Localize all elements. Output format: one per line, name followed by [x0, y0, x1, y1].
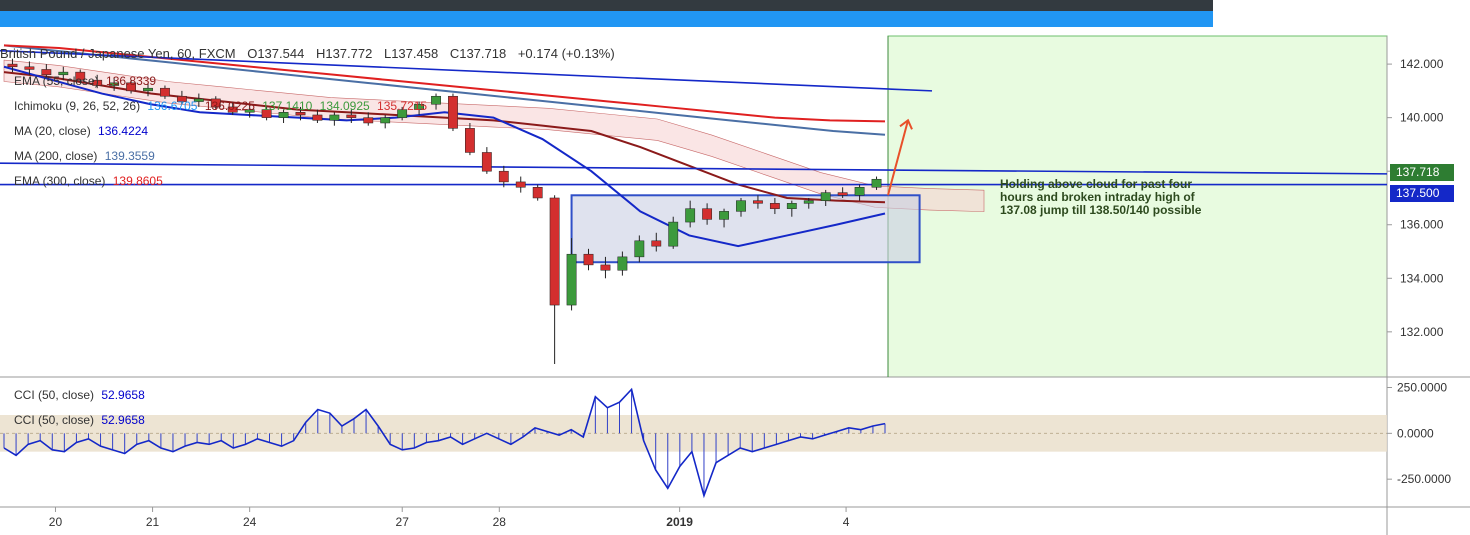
legend-ema300[interactable]: EMA (300, close) 139.8605 [0, 174, 167, 188]
candle-body [668, 221, 679, 247]
analysis-annotation: Holding above cloud for past four hours … [1000, 177, 1202, 217]
time-tick-label: 2019 [666, 515, 693, 529]
candle-body [448, 95, 458, 129]
candle-body [532, 187, 543, 199]
candle-body [634, 240, 645, 258]
candle-body [769, 203, 780, 209]
candle-body [820, 192, 831, 201]
candle-body [566, 253, 577, 306]
candle-body [803, 200, 814, 204]
change-value: +0.174 (+0.13%) [517, 46, 615, 61]
time-axis[interactable]: 20 21 24 27 28 2019 4 [49, 507, 850, 529]
legend-cci-a-value: 52.9658 [101, 388, 145, 402]
candle-body [346, 114, 357, 118]
candle-body [871, 178, 882, 188]
cci-axis[interactable]: 250.0000 0.0000 -250.0000 [1387, 381, 1451, 487]
legend-cci-b-label: CCI (50, close) [14, 413, 95, 427]
legend-ichimoku-value-1: 136.0225 [204, 99, 255, 113]
cci-tick-label: 250.0000 [1397, 381, 1447, 395]
candle-body [24, 66, 35, 70]
legend-ichimoku-value-3: 134.0925 [319, 99, 370, 113]
legend-ma200[interactable]: MA (200, close) 139.3559 [0, 149, 159, 163]
legend-cci-a-label: CCI (50, close) [14, 388, 95, 402]
candle-body [651, 240, 662, 247]
candle-body [498, 170, 509, 183]
price-tick-label: 132.000 [1400, 325, 1444, 339]
cci-tick-label: -250.0000 [1397, 472, 1451, 486]
legend-ma20[interactable]: MA (20, close) 136.4224 [0, 124, 152, 138]
candle-body [600, 264, 611, 271]
candle-body [278, 112, 289, 118]
legend-ichimoku-label: Ichimoku (9, 26, 52, 26) [14, 99, 141, 113]
price-tick-label: 136.000 [1400, 218, 1444, 232]
high-value: H137.772 [315, 46, 373, 61]
legend-ma200-label: MA (200, close) [14, 149, 98, 163]
candle-body [515, 181, 526, 188]
chart-canvas[interactable]: 142.000140.000138.000136.000134.000132.0… [0, 0, 1470, 535]
price-tick-label: 134.000 [1400, 271, 1444, 285]
legend-ichimoku-value-4: 135.7215 [377, 99, 428, 113]
legend-cci-b[interactable]: CCI (50, close) 52.9658 [0, 413, 149, 427]
candle-body [549, 197, 560, 306]
candle-body [312, 114, 323, 121]
time-tick-label: 24 [243, 515, 257, 529]
candle-body [160, 87, 170, 97]
open-value: O137.544 [247, 46, 305, 61]
price-tick-label: 142.000 [1400, 57, 1444, 71]
legend-ema55-value: 136.8339 [106, 74, 157, 88]
legend-ma20-value: 136.4224 [98, 124, 149, 138]
symbol-title: British Pound / Japanese Yen, 60, FXCM [0, 46, 236, 61]
candle-body [329, 114, 340, 121]
low-value: L137.458 [383, 46, 439, 61]
candle-body [837, 192, 848, 196]
last-price-tag: 137.718 [1390, 164, 1454, 181]
candle-body [583, 253, 594, 266]
time-tick-label: 21 [146, 515, 160, 529]
cci-tick-label: 0.0000 [1397, 426, 1434, 440]
legend-ema55[interactable]: EMA (55, close) 136.8339 [0, 74, 160, 88]
candle-body [753, 200, 763, 204]
legend-ma20-label: MA (20, close) [14, 124, 91, 138]
candle-body [854, 187, 865, 196]
legend-ema300-value: 139.8605 [112, 174, 163, 188]
legend-ma200-value: 139.3559 [104, 149, 155, 163]
candle-body [431, 95, 441, 105]
ohlc-header: British Pound / Japanese Yen, 60, FXCM O… [0, 46, 623, 61]
candle-body [143, 87, 153, 92]
candle-body [363, 117, 374, 124]
close-value: C137.718 [449, 46, 507, 61]
time-tick-label: 28 [493, 515, 507, 529]
candle-body [617, 256, 628, 271]
legend-ema55-label: EMA (55, close) [14, 74, 99, 88]
candle-body [685, 208, 696, 223]
legend-cci-b-value: 52.9658 [101, 413, 145, 427]
time-tick-label: 4 [843, 515, 850, 529]
legend-ichimoku-value-2: 137.1410 [262, 99, 313, 113]
candle-body [736, 200, 746, 212]
candle-body [481, 152, 492, 172]
candle-body [719, 211, 729, 220]
level-price-tag: 137.500 [1390, 185, 1454, 202]
candle-body [702, 208, 713, 220]
time-tick-label: 20 [49, 515, 63, 529]
legend-ichimoku-value-0: 136.6705 [147, 99, 198, 113]
candle-body [465, 128, 475, 153]
price-tick-label: 140.000 [1400, 111, 1444, 125]
legend-cci-a[interactable]: CCI (50, close) 52.9658 [0, 388, 149, 402]
time-tick-label: 27 [396, 515, 410, 529]
legend-ichimoku[interactable]: Ichimoku (9, 26, 52, 26) 136.6705 136.02… [0, 99, 431, 113]
legend-ema300-label: EMA (300, close) [14, 174, 106, 188]
candle-body [380, 117, 391, 124]
cci-series [0, 387, 1387, 499]
candle-body [786, 203, 797, 209]
candle-body [7, 63, 18, 68]
